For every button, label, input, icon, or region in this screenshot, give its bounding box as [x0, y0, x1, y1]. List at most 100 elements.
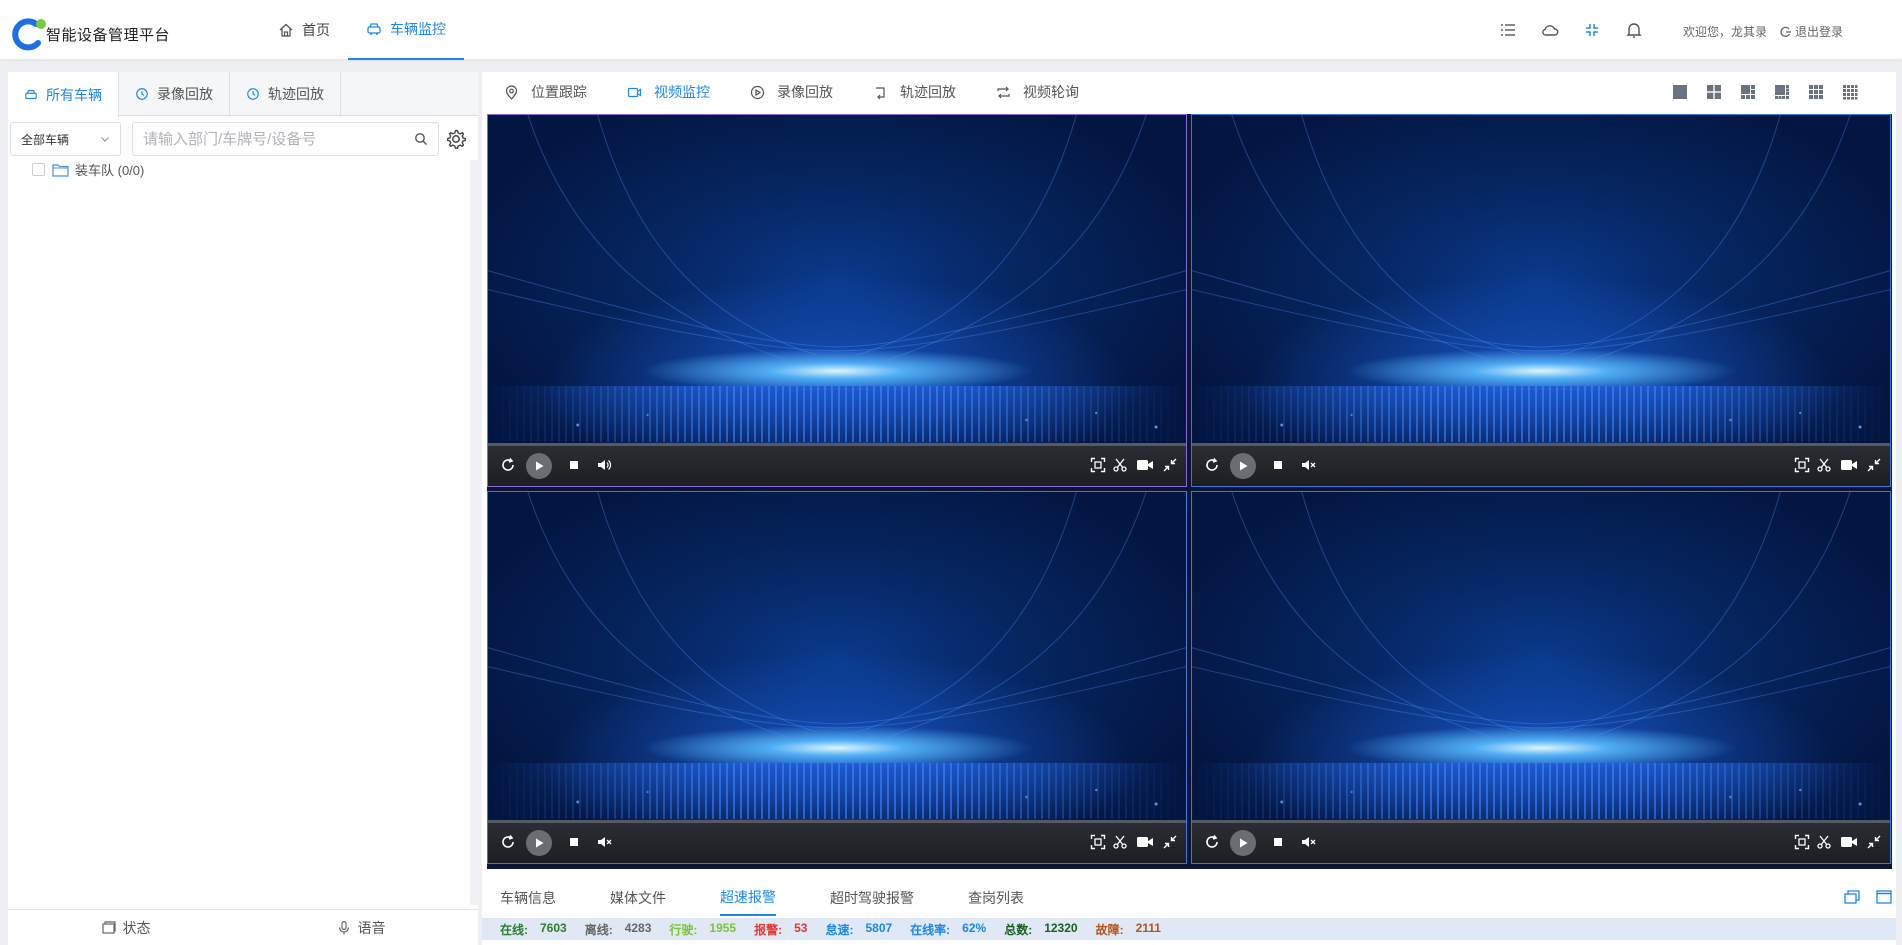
stat-alarm: 报警: 53: [754, 920, 808, 937]
background-floor: [1192, 763, 1890, 819]
video-pane[interactable]: [1191, 491, 1891, 864]
subnav-video-monitor[interactable]: 视频监控: [627, 82, 710, 102]
bell-icon: [1626, 23, 1642, 38]
list-button[interactable]: [1496, 18, 1520, 42]
search-icon[interactable]: [414, 132, 428, 146]
track-icon: [876, 86, 885, 99]
scissors-icon[interactable]: [1112, 834, 1128, 850]
play-icon: [536, 838, 544, 848]
record-icon[interactable]: [1840, 457, 1858, 473]
stat-offline: 离线: 4283: [584, 920, 652, 937]
stop-icon[interactable]: [1270, 457, 1286, 473]
subnav-label: 轨迹回放: [900, 84, 956, 100]
record-icon[interactable]: [1840, 834, 1858, 850]
screenshot-icon[interactable]: [1090, 834, 1106, 850]
fullscreen-button[interactable]: [1580, 18, 1604, 42]
tab-overtime-driving-alarm[interactable]: 超时驾驶报警: [830, 880, 914, 916]
nav-item-vehicle-monitor[interactable]: 车辆监控: [348, 0, 464, 60]
mute-icon[interactable]: [1300, 457, 1316, 473]
restore-window-icon[interactable]: [1844, 890, 1860, 904]
stop-icon[interactable]: [1270, 834, 1286, 850]
gear-icon[interactable]: [445, 128, 467, 150]
subnav-track-playback[interactable]: 轨迹回放: [873, 82, 956, 102]
layout-1-icon[interactable]: [1672, 84, 1688, 100]
layout-6-icon[interactable]: [1740, 84, 1756, 100]
home-icon: [279, 23, 293, 37]
play-button[interactable]: [526, 453, 552, 479]
nav-label: 首页: [302, 22, 330, 38]
layout-9-icon[interactable]: [1808, 84, 1824, 100]
subnav-video-polling[interactable]: 视频轮询: [996, 82, 1079, 102]
filter-bar: 全部车辆: [10, 122, 467, 156]
scrollbar[interactable]: [470, 160, 478, 905]
chevron-down-icon: [101, 137, 109, 142]
search-box: [132, 122, 439, 156]
subnav-recording-playback[interactable]: 录像回放: [750, 82, 833, 102]
background-floor: [1192, 386, 1890, 442]
logout-link[interactable]: 退出登录: [1780, 23, 1843, 40]
video-pane[interactable]: [487, 491, 1187, 864]
bottom-tabs: 车辆信息 媒体文件 超速报警 超时驾驶报警 查岗列表: [482, 880, 1896, 916]
search-input[interactable]: [143, 130, 414, 148]
app-logo[interactable]: 智能设备管理平台: [10, 16, 170, 52]
tab-video-playback[interactable]: 录像回放: [119, 72, 230, 116]
refresh-icon[interactable]: [1204, 834, 1220, 850]
window-icon: [101, 920, 116, 934]
play-button[interactable]: [526, 830, 552, 856]
tab-overspeed-alarm[interactable]: 超速报警: [720, 880, 776, 916]
exit-fullscreen-icon[interactable]: [1162, 834, 1178, 850]
screenshot-icon[interactable]: [1090, 457, 1106, 473]
record-icon[interactable]: [1136, 457, 1154, 473]
record-icon[interactable]: [1136, 834, 1154, 850]
vehicle-filter-select[interactable]: 全部车辆: [10, 122, 121, 156]
mute-icon[interactable]: [1300, 834, 1316, 850]
collapse-icon: [1586, 24, 1598, 36]
layout-4-icon[interactable]: [1706, 84, 1722, 100]
layout-8-icon[interactable]: [1774, 84, 1790, 100]
video-icon: [627, 87, 642, 97]
status-button[interactable]: 状态: [8, 910, 243, 945]
screenshot-icon[interactable]: [1794, 457, 1810, 473]
tab-all-vehicles[interactable]: 所有车辆: [8, 72, 119, 117]
subnav-location-tracking[interactable]: 位置跟踪: [504, 82, 587, 102]
tree-node[interactable]: 装车队 (0/0): [32, 160, 144, 179]
subnav-label: 视频轮询: [1023, 84, 1079, 100]
tree-checkbox[interactable]: [32, 163, 45, 176]
refresh-icon[interactable]: [1204, 457, 1220, 473]
video-pane[interactable]: [1191, 114, 1891, 487]
stop-icon[interactable]: [566, 834, 582, 850]
player-controls: [488, 443, 1186, 486]
tab-media-files[interactable]: 媒体文件: [610, 880, 666, 916]
video-pane[interactable]: [487, 114, 1187, 487]
mute-icon[interactable]: [596, 834, 612, 850]
play-button[interactable]: [1230, 453, 1256, 479]
scissors-icon[interactable]: [1816, 457, 1832, 473]
volume-icon[interactable]: [596, 457, 612, 473]
welcome-text: 欢迎您，龙其录: [1683, 25, 1768, 39]
exit-fullscreen-icon[interactable]: [1866, 834, 1882, 850]
play-button[interactable]: [1230, 830, 1256, 856]
cloud-button[interactable]: [1538, 18, 1562, 42]
vehicle-panel: 所有车辆 录像回放 轨迹回放 全部车辆 装车队 (0/0): [8, 72, 478, 945]
scissors-icon[interactable]: [1112, 457, 1128, 473]
maximize-window-icon[interactable]: [1876, 890, 1892, 904]
screenshot-icon[interactable]: [1794, 834, 1810, 850]
refresh-icon[interactable]: [500, 834, 516, 850]
layout-16-icon[interactable]: [1842, 84, 1858, 100]
tab-track-playback[interactable]: 轨迹回放: [230, 72, 341, 116]
voice-button[interactable]: 语音: [243, 910, 478, 945]
tab-inspection-list[interactable]: 查岗列表: [968, 880, 1024, 916]
nav-label: 车辆监控: [390, 21, 446, 37]
stop-icon[interactable]: [566, 457, 582, 473]
refresh-icon[interactable]: [500, 457, 516, 473]
play-icon: [536, 461, 544, 471]
nav-item-home[interactable]: 首页: [260, 0, 348, 60]
exit-fullscreen-icon[interactable]: [1866, 457, 1882, 473]
scissors-icon[interactable]: [1816, 834, 1832, 850]
microphone-icon: [338, 920, 349, 934]
notification-button[interactable]: [1622, 18, 1646, 42]
stat-driving: 行驶: 1955: [669, 920, 737, 937]
tab-vehicle-info[interactable]: 车辆信息: [500, 880, 556, 916]
exit-fullscreen-icon[interactable]: [1162, 457, 1178, 473]
tab-label: 所有车辆: [46, 86, 102, 103]
